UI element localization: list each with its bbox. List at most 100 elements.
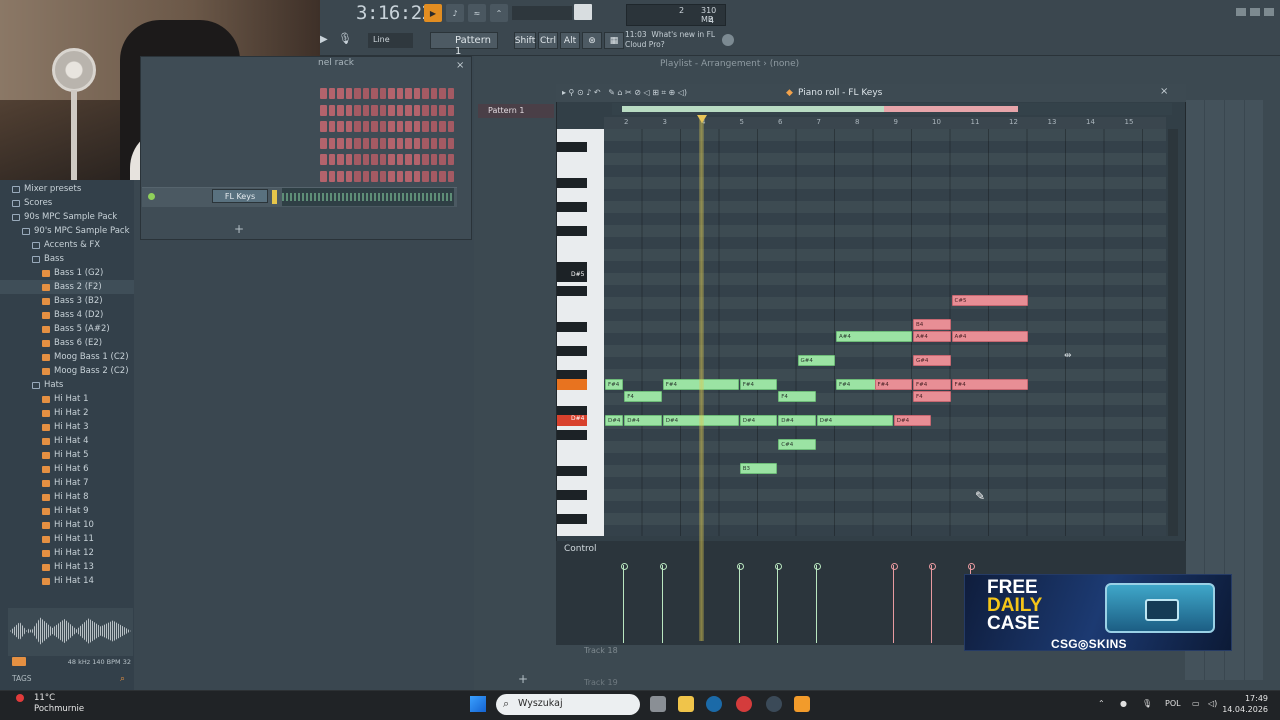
channel-name-button[interactable]: FL Keys [212, 189, 268, 203]
step-cell[interactable] [354, 88, 361, 99]
midi-note[interactable]: B3 [739, 463, 778, 474]
browser-item[interactable]: Moog Bass 2 (C2) [0, 364, 134, 378]
black-key[interactable] [557, 430, 587, 440]
step-cell[interactable] [371, 104, 378, 116]
midi-note[interactable]: D#4 [778, 415, 816, 426]
language-indicator[interactable]: POL [1165, 699, 1181, 708]
midi-note[interactable]: A#4 [836, 331, 912, 342]
browser-item[interactable]: Hi Hat 8 [0, 490, 134, 504]
preview-play-icon[interactable] [12, 657, 26, 666]
step-cell[interactable] [362, 121, 369, 132]
search-icon[interactable]: ⌕ [120, 674, 125, 684]
step-cell[interactable] [379, 137, 386, 149]
pattern-selector[interactable]: Pattern 1 [430, 32, 498, 57]
browser-item[interactable]: Hi Hat 12 [0, 546, 134, 560]
browser-item[interactable]: 90's MPC Sample Pack [0, 224, 134, 238]
browser-item[interactable]: Mixer presets [0, 182, 134, 196]
step-cell[interactable] [320, 170, 327, 182]
midi-note[interactable]: F4 [913, 391, 951, 402]
tray-app-icon[interactable]: ● [1120, 699, 1127, 708]
black-key[interactable] [557, 202, 587, 212]
tray-mic-icon[interactable]: 🎙 [1142, 699, 1152, 708]
step-cell[interactable] [354, 154, 361, 165]
step-cell[interactable] [354, 121, 361, 132]
step-cell[interactable] [430, 121, 437, 132]
midi-note[interactable]: G#4 [913, 355, 951, 366]
step-cell[interactable] [439, 170, 446, 182]
step-cell[interactable] [320, 88, 327, 99]
song-mode-button[interactable]: ▶ [424, 4, 442, 22]
velocity-stem[interactable] [621, 563, 629, 643]
step-cell[interactable] [345, 137, 352, 149]
midi-note[interactable]: D#4 [816, 415, 893, 426]
taskbar-search[interactable]: Wyszukaj [496, 694, 640, 715]
add-channel-button[interactable]: + [234, 222, 244, 236]
step-cell[interactable] [430, 170, 437, 182]
step-cell[interactable] [320, 121, 327, 132]
black-key[interactable] [557, 466, 587, 476]
step-cell[interactable] [379, 154, 386, 165]
step-cell[interactable] [413, 104, 420, 116]
step-cell[interactable] [354, 137, 361, 149]
browser-item[interactable]: Bass 5 (A#2) [0, 322, 134, 336]
step-cell[interactable] [379, 104, 386, 116]
step-cell[interactable] [405, 137, 412, 149]
browser-item[interactable]: Hi Hat 9 [0, 504, 134, 518]
play-arrow-icon[interactable]: ▶ [320, 34, 330, 46]
black-key[interactable] [557, 226, 587, 236]
black-key[interactable] [557, 490, 587, 500]
step-cell[interactable] [447, 88, 454, 99]
midi-note[interactable]: F#4 [739, 379, 778, 390]
browser-item[interactable]: Scores [0, 196, 134, 210]
wait-icon[interactable]: ≈ [468, 4, 486, 22]
black-key[interactable] [557, 178, 587, 188]
step-cell[interactable] [413, 170, 420, 182]
piano-roll-overview[interactable] [612, 103, 1172, 115]
step-cell[interactable] [405, 88, 412, 99]
velocity-stem[interactable] [929, 563, 937, 643]
midi-note[interactable]: D#4 [739, 415, 778, 426]
step-cell[interactable] [447, 170, 454, 182]
step-cell[interactable] [388, 154, 395, 165]
midi-note[interactable]: D#4 [605, 415, 624, 426]
highlighted-key[interactable]: D#5 [557, 271, 587, 282]
keyboard-icon[interactable]: ▦ [604, 32, 624, 49]
steam-icon[interactable] [706, 696, 722, 712]
step-cell[interactable] [379, 170, 386, 182]
step-cell[interactable] [396, 154, 403, 165]
step-cell[interactable] [447, 104, 454, 116]
step-cell[interactable] [328, 121, 335, 132]
midi-note[interactable]: F4 [778, 391, 816, 402]
step-cell[interactable] [439, 137, 446, 149]
step-cell[interactable] [362, 154, 369, 165]
step-cell[interactable] [396, 88, 403, 99]
browser-item[interactable]: Moog Bass 1 (C2) [0, 350, 134, 364]
step-cell[interactable] [439, 104, 446, 116]
playlist-pattern-item[interactable]: Pattern 1 [478, 104, 554, 118]
midi-note[interactable]: F#4 [913, 379, 951, 390]
step-cell[interactable] [337, 121, 344, 132]
black-key[interactable] [557, 286, 587, 296]
midi-note[interactable]: C#5 [951, 295, 1028, 306]
step-cell[interactable] [422, 104, 429, 116]
midi-note[interactable]: F4 [624, 391, 662, 402]
alt-key-button[interactable]: Alt [560, 32, 580, 49]
step-cell[interactable] [379, 121, 386, 132]
vertical-scrollbar[interactable] [1168, 129, 1178, 536]
browser-item[interactable]: 90s MPC Sample Pack [0, 210, 134, 224]
step-cell[interactable] [362, 170, 369, 182]
step-cell[interactable] [388, 137, 395, 149]
tempo-tap-icon[interactable]: ♪ [446, 4, 464, 22]
midi-note[interactable]: F#4 [951, 379, 1028, 390]
black-key[interactable] [557, 514, 587, 524]
step-cell[interactable] [430, 104, 437, 116]
close-icon[interactable]: × [456, 60, 464, 71]
step-cell[interactable] [388, 88, 395, 99]
step-cell[interactable] [337, 88, 344, 99]
browser-item[interactable]: Hi Hat 5 [0, 448, 134, 462]
step-cell[interactable] [379, 88, 386, 99]
step-cell[interactable] [388, 170, 395, 182]
playhead[interactable] [699, 117, 704, 641]
step-cell[interactable] [320, 104, 327, 116]
shift-key-button[interactable]: Shift [514, 32, 536, 49]
